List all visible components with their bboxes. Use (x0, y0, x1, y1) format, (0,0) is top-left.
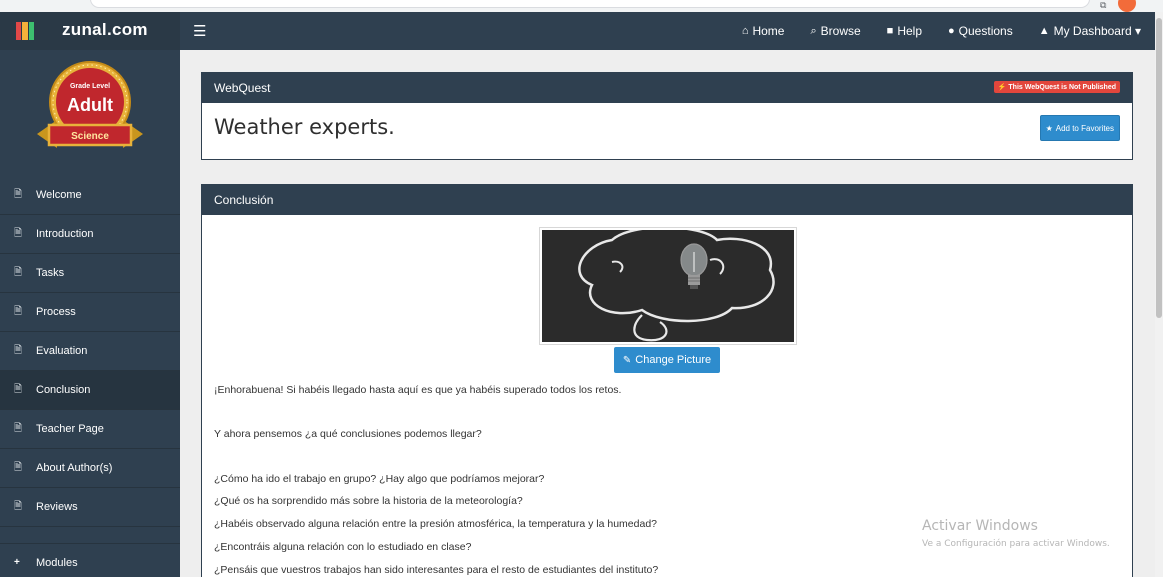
conclusion-paragraph: ¿Habéis observado alguna relación entre … (214, 518, 657, 530)
file-icon: 🗎 (14, 461, 23, 473)
conclusion-panel-title: Conclusión (214, 193, 274, 207)
sidebar-item-label: Tasks (36, 267, 65, 279)
nav-dashboard-label: My Dashboard ▾ (1053, 24, 1141, 38)
sidebar-item-tasks[interactable]: 🗎 Tasks (0, 254, 180, 293)
book-icon: ■ (886, 25, 894, 37)
conclusion-paragraph: ¿Cómo ha ido el trabajo en grupo? ¿Hay a… (214, 473, 545, 485)
search-icon: ⌕ (810, 24, 817, 37)
windows-activation-title: Activar Windows (922, 518, 1038, 534)
not-published-badge: ⚡ This WebQuest is Not Published (993, 81, 1120, 93)
top-navbar: zunal.com ☰ ⌂ Home ⌕ Browse ■ Help ● Que… (0, 12, 1155, 50)
sidebar-item-teacher-page[interactable]: 🗎 Teacher Page (0, 410, 180, 449)
page-scrollbar[interactable] (1155, 12, 1163, 577)
sidebar-item-introduction[interactable]: 🗎 Introduction (0, 215, 180, 254)
not-published-label: This WebQuest is Not Published (1008, 84, 1116, 91)
user-icon: ▲ (1038, 25, 1050, 37)
comments-icon: ● (948, 25, 955, 37)
nav-home-label: Home (752, 24, 785, 38)
sidebar-item-label: Welcome (36, 189, 82, 201)
sidebar-item-label: About Author(s) (36, 462, 113, 474)
conclusion-paragraph: ¡Enhorabuena! Si habéis llegado hasta aq… (214, 384, 622, 396)
change-picture-button[interactable]: ✎ Change Picture (614, 347, 720, 373)
conclusion-paragraph: ¿Encontráis alguna relación con lo estud… (214, 541, 472, 553)
conclusion-paragraph: ¿Pensáis que vuestros trabajos han sido … (214, 564, 659, 576)
file-icon: 🗎 (14, 305, 23, 317)
grade-level-badge: Grade Level Adult Science (35, 58, 145, 163)
sidebar-item-label: Introduction (36, 228, 94, 240)
change-picture-label: Change Picture (635, 354, 712, 366)
sidebar-item-process[interactable]: 🗎 Process (0, 293, 180, 332)
add-to-favorites-label: Add to Favorites (1055, 123, 1114, 133)
file-icon: 🗎 (14, 266, 23, 278)
nav-links: ⌂ Home ⌕ Browse ■ Help ● Questions ▲ My … (716, 12, 1141, 50)
nav-help[interactable]: ■ Help (887, 24, 922, 38)
pencil-icon: ✎ (622, 354, 632, 366)
file-icon: 🗎 (14, 188, 23, 200)
windows-activation-subtitle: Ve a Configuración para activar Windows. (922, 539, 1110, 549)
page-title: Weather experts. (214, 115, 395, 139)
sidebar-item-welcome[interactable]: 🗎 Welcome (0, 176, 180, 215)
sidebar-item-reviews[interactable]: 🗎 Reviews (0, 488, 180, 527)
plus-icon: + (14, 557, 20, 568)
badge-bottom-text: Science (71, 131, 109, 142)
file-icon: 🗎 (14, 500, 23, 512)
webquest-panel: WebQuest ⚡ This WebQuest is Not Publishe… (201, 72, 1133, 160)
webquest-panel-header: WebQuest ⚡ This WebQuest is Not Publishe… (202, 73, 1132, 103)
badge-top-text: Grade Level (70, 83, 110, 90)
nav-home[interactable]: ⌂ Home (742, 24, 785, 38)
conclusion-paragraph: Y ahora pensemos ¿a qué conclusiones pod… (214, 428, 482, 440)
browser-chrome: ⧉ (0, 0, 1163, 12)
sidebar-item-conclusion[interactable]: 🗎 Conclusion (0, 371, 180, 410)
menu-toggle-icon[interactable]: ☰ (193, 22, 206, 40)
sidebar-item-label: Process (36, 306, 76, 318)
profile-avatar[interactable] (1118, 0, 1136, 12)
brand-logo-icon (16, 22, 34, 40)
brand[interactable]: zunal.com (0, 12, 180, 50)
add-to-favorites-button[interactable]: ★ Add to Favorites (1039, 115, 1120, 141)
brand-name: zunal.com (62, 20, 148, 39)
star-icon: ★ (1045, 123, 1053, 133)
nav-help-label: Help (897, 24, 923, 38)
scrollbar-thumb[interactable] (1156, 18, 1162, 318)
sidebar-item-label: Teacher Page (36, 423, 104, 435)
file-icon: 🗎 (14, 344, 23, 356)
nav-dashboard[interactable]: ▲ My Dashboard ▾ (1039, 24, 1141, 38)
file-icon: 🗎 (14, 383, 23, 395)
nav-browse-label: Browse (820, 24, 861, 38)
lightbulb-chalkboard-image (542, 230, 794, 342)
sidebar-item-label: Modules (36, 556, 78, 569)
sidebar-item-evaluation[interactable]: 🗎 Evaluation (0, 332, 180, 371)
nav-questions-label: Questions (958, 24, 1013, 38)
sidebar-item-label: Conclusion (36, 384, 91, 396)
file-icon: 🗎 (14, 422, 23, 434)
warning-icon: ⚡ (997, 84, 1007, 91)
badge-middle-text: Adult (67, 95, 113, 115)
sidebar: Grade Level Adult Science 🗎 Welcome 🗎 In… (0, 50, 180, 577)
webquest-panel-title: WebQuest (214, 81, 271, 95)
address-bar[interactable] (90, 0, 1090, 8)
sidebar-item-label: Reviews (36, 501, 78, 513)
extension-icon[interactable]: ⧉ (1100, 0, 1106, 11)
nav-questions[interactable]: ● Questions (948, 24, 1013, 38)
conclusion-panel-header: Conclusión (202, 185, 1132, 215)
sidebar-item-modules[interactable]: + Modules (0, 543, 180, 577)
home-icon: ⌂ (741, 25, 749, 37)
file-icon: 🗎 (14, 227, 23, 239)
sidebar-item-label: Evaluation (36, 345, 88, 357)
nav-browse[interactable]: ⌕ Browse (810, 24, 860, 38)
conclusion-paragraph: ¿Qué os ha sorprendido más sobre la hist… (214, 495, 523, 507)
sidebar-item-about-authors[interactable]: 🗎 About Author(s) (0, 449, 180, 488)
conclusion-picture (539, 227, 797, 345)
